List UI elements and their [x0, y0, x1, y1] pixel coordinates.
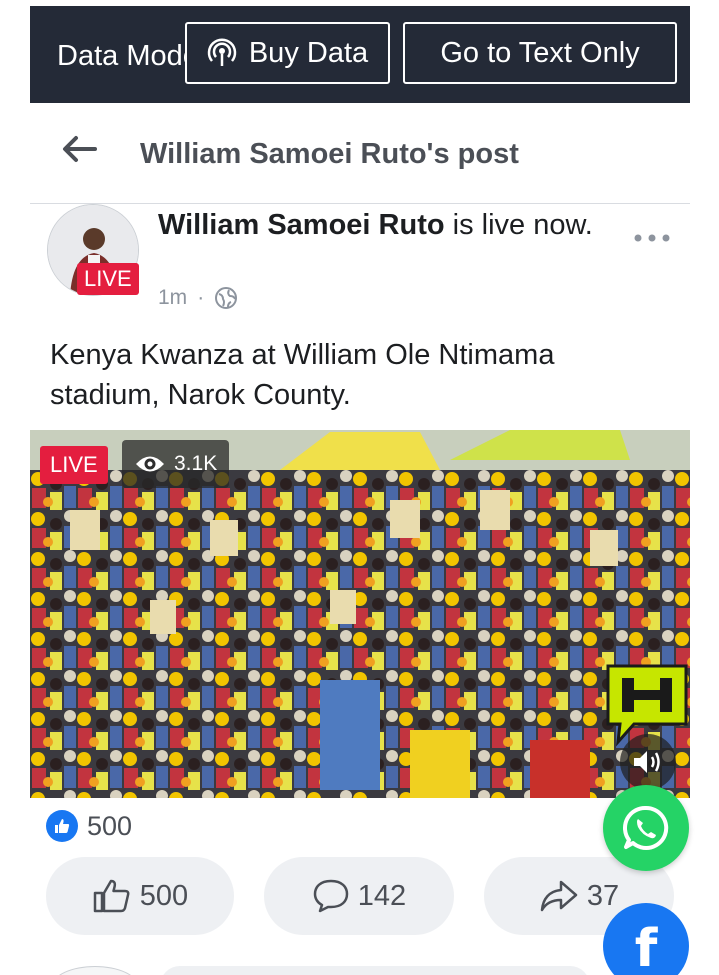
data-mode-label: Data Mode	[57, 40, 199, 72]
live-status-text: is live now.	[444, 209, 593, 241]
text-only-button[interactable]: Go to Text Only	[403, 22, 677, 84]
like-count: 500	[139, 879, 189, 912]
page-title: William Samoei Ruto's post	[140, 138, 519, 170]
post-meta: 1m ·	[158, 286, 238, 310]
meta-separator: ·	[197, 286, 205, 309]
thumbs-up-icon	[93, 879, 130, 913]
facebook-share-button[interactable]: f	[603, 903, 689, 975]
facebook-icon: f	[634, 919, 658, 975]
speaker-icon	[634, 751, 660, 773]
share-arrow-icon	[540, 880, 578, 912]
signal-icon	[207, 38, 237, 66]
h-logo-icon	[604, 662, 690, 748]
author-name[interactable]: William Samoei Ruto	[158, 209, 445, 241]
like-button[interactable]: 500	[46, 857, 234, 935]
viewer-count-value: 3.1K	[174, 452, 218, 475]
eye-icon	[136, 456, 164, 472]
whatsapp-share-button[interactable]	[603, 785, 689, 871]
comment-avatar	[52, 966, 138, 975]
whatsapp-icon	[623, 805, 669, 850]
reaction-summary[interactable]: 500	[46, 810, 132, 842]
buy-data-label: Buy Data	[248, 36, 369, 69]
comment-button[interactable]: 142	[264, 857, 454, 935]
post-header: William Samoei Ruto's post	[30, 104, 690, 204]
post-caption: Kenya Kwanza at William Ole Ntimama stad…	[50, 339, 555, 411]
viewer-count: 3.1K	[122, 440, 230, 488]
video-live-badge: LIVE	[40, 446, 108, 484]
buy-data-button[interactable]: Buy Data	[185, 22, 390, 84]
comment-count: 142	[357, 879, 407, 912]
more-options-button[interactable]	[632, 228, 672, 248]
like-reaction-icon	[46, 810, 78, 842]
share-count: 37	[586, 879, 620, 912]
author-line: William Samoei Ruto is live now.	[158, 206, 598, 245]
comment-preview[interactable]	[160, 966, 590, 975]
author-avatar[interactable]: LIVE	[47, 204, 143, 296]
comment-bubble-icon	[313, 879, 349, 913]
avatar-live-badge: LIVE	[77, 263, 139, 295]
more-dots-icon	[634, 234, 670, 242]
globe-icon	[215, 287, 238, 309]
post-time[interactable]: 1m	[158, 286, 187, 310]
live-video[interactable]: LIVE 3.1K	[30, 430, 690, 798]
reaction-count: 500	[87, 810, 133, 841]
back-button[interactable]	[60, 134, 100, 164]
data-mode-bar: Data Mode Buy Data Go to Text Only	[30, 6, 690, 103]
text-only-label: Go to Text Only	[440, 36, 640, 69]
back-arrow-icon	[63, 136, 97, 162]
